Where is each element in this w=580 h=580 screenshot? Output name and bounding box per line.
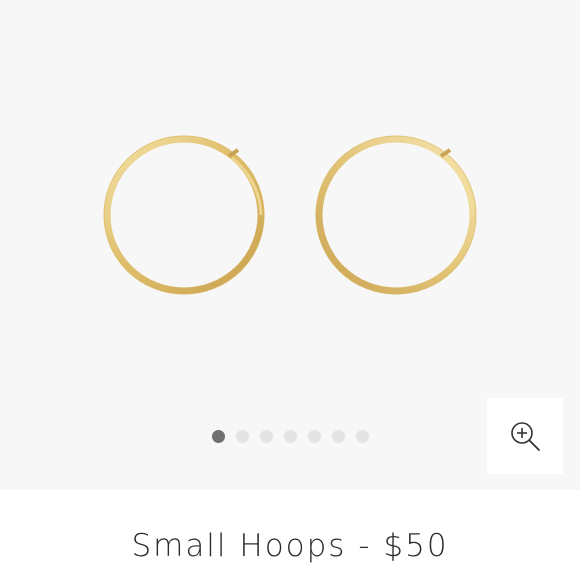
product-image-gallery[interactable] xyxy=(0,0,580,490)
carousel-dot[interactable] xyxy=(284,429,297,443)
carousel-dots xyxy=(212,429,369,443)
product-image xyxy=(103,135,477,295)
title-separator: - xyxy=(358,528,372,564)
carousel-dot[interactable] xyxy=(236,429,249,443)
carousel-dot[interactable] xyxy=(308,429,321,443)
right-hoop-earring xyxy=(315,135,477,295)
carousel-dot[interactable] xyxy=(212,429,225,443)
product-name: Small Hoops xyxy=(131,528,347,564)
zoom-button[interactable] xyxy=(487,398,563,474)
carousel-dot[interactable] xyxy=(260,429,273,443)
carousel-dot[interactable] xyxy=(332,429,345,443)
zoom-in-icon xyxy=(511,422,540,451)
carousel-dot[interactable] xyxy=(356,429,369,443)
product-title: Small Hoops - $50 xyxy=(0,527,580,565)
left-hoop-earring xyxy=(103,135,265,295)
product-price: $50 xyxy=(383,528,449,564)
product-page: Small Hoops - $50 xyxy=(0,0,580,580)
